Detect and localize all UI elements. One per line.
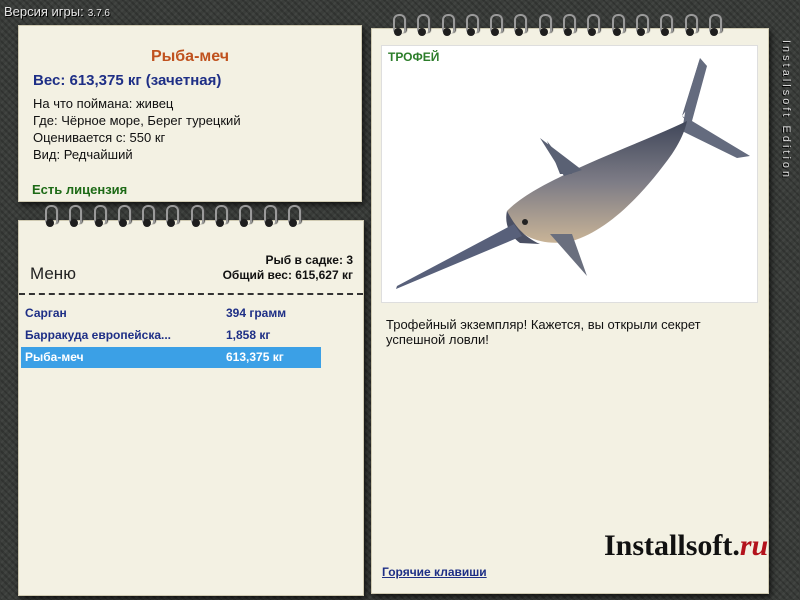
ring-icon (513, 14, 528, 36)
ring-icon (465, 14, 479, 36)
fish-item-weight: 613,375 кг (226, 350, 284, 364)
catch-stats: Рыб в садке: 3 Общий вес: 615,627 кг (223, 253, 353, 283)
ring-icon (392, 14, 406, 36)
ring-icon (93, 205, 107, 227)
ring-icon (190, 205, 204, 227)
installsoft-logo: Installsoft.ru (604, 529, 768, 563)
fish-item-name: Рыба-меч (25, 350, 84, 364)
fish-item-weight: 394 грамм (226, 306, 287, 320)
trophy-description: Трофейный экземпляр! Кажется, вы открыли… (386, 317, 701, 347)
fish-kind: Вид: Редчайший (33, 147, 133, 162)
menu-card: Рыб в садке: 3 Общий вес: 615,627 кг Мен… (18, 220, 364, 596)
ring-icon (684, 14, 698, 36)
logo-text: Installsoft.ru (604, 529, 768, 562)
ring-icon (287, 205, 301, 227)
ring-icon (441, 14, 455, 36)
spiral-binding-trophy (392, 14, 732, 36)
ring-icon (611, 14, 625, 36)
logo-main: Installsoft. (604, 529, 740, 562)
ring-icon (635, 14, 649, 36)
fish-info-card: Рыба-меч Вес: 613,375 кг (зачетная) На ч… (18, 25, 362, 202)
ring-icon (68, 205, 83, 227)
ring-icon (538, 14, 552, 36)
version-number: 3.7.6 (87, 8, 110, 19)
ring-icon (214, 205, 229, 227)
version-text: Версия игры: (4, 4, 84, 19)
list-item-selected[interactable]: Рыба-меч 613,375 кг (21, 347, 321, 368)
version-label: Версия игры: 3.7.6 (4, 4, 110, 19)
edition-side-text: Installsoft Edition (780, 40, 792, 181)
ring-icon (586, 14, 601, 36)
rated-from: Оценивается с: 550 кг (33, 130, 166, 145)
fish-name: Рыба-меч (150, 48, 230, 65)
fish-weight: Вес: 613,375 кг (зачетная) (33, 72, 222, 89)
ring-icon (708, 14, 722, 36)
ring-icon (44, 205, 58, 227)
divider (19, 293, 363, 295)
catch-location: Где: Чёрное море, Берег турецкий (33, 113, 241, 128)
trophy-photo: ТРОФЕЙ (381, 45, 758, 303)
hotkeys-link[interactable]: Горячие клавиши (382, 565, 487, 579)
list-item[interactable]: Барракуда европейска... 1,858 кг (21, 325, 321, 346)
ring-icon (416, 14, 431, 36)
ring-icon (165, 205, 180, 227)
total-weight: Общий вес: 615,627 кг (222, 268, 353, 282)
logo-accent: ru (739, 529, 769, 562)
list-item[interactable]: Сарган 394 грамм (21, 303, 321, 324)
caught-with: На что поймана: живец (33, 96, 174, 111)
ring-icon (489, 14, 504, 36)
ring-icon (562, 14, 577, 36)
ring-icon (117, 205, 131, 227)
trophy-card: ТРОФЕЙ Трофейный экземпляр! Кажется, вы … (371, 28, 769, 594)
license-status: Есть лицензия (32, 182, 128, 197)
menu-title: Меню (30, 264, 76, 283)
ring-icon (238, 205, 253, 227)
ring-icon (263, 205, 277, 227)
ring-icon (659, 14, 674, 36)
fish-item-weight: 1,858 кг (226, 328, 271, 342)
swordfish-image (396, 58, 750, 289)
fish-count: Рыб в садке: 3 (265, 253, 353, 267)
fish-item-name: Сарган (25, 306, 67, 320)
fish-item-name: Барракуда европейска... (25, 328, 172, 342)
ring-icon (141, 205, 156, 227)
spiral-binding-menu (44, 205, 311, 227)
